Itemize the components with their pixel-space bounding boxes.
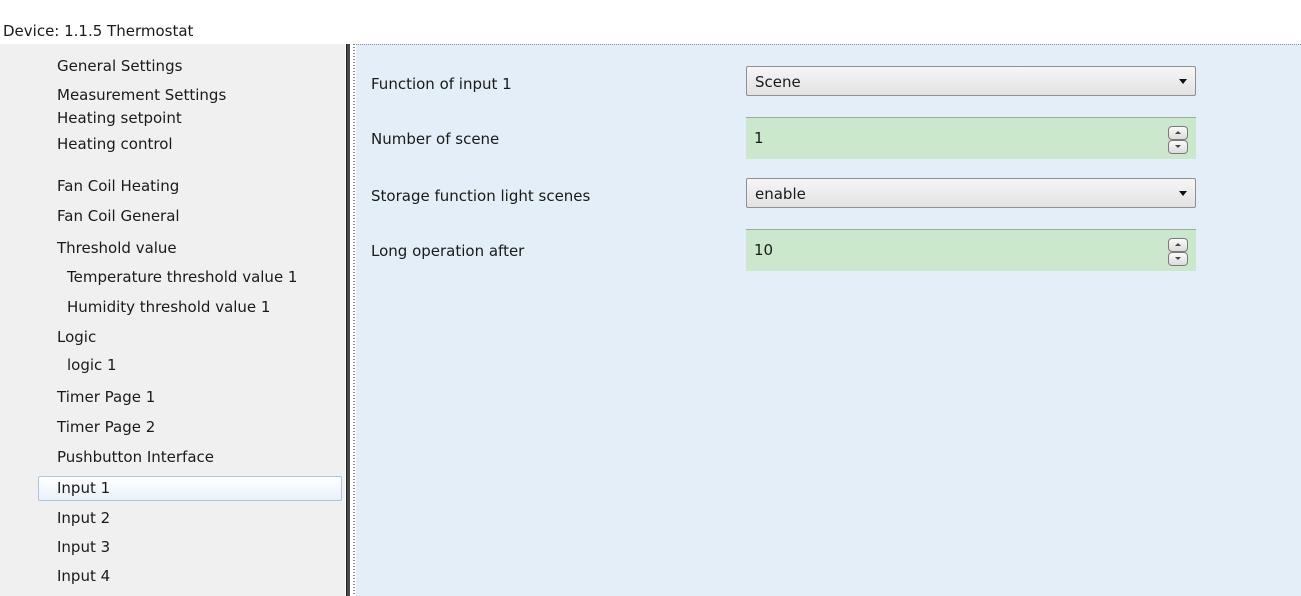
splitter-bar [346,44,350,596]
sidebar-item-measurement-settings[interactable]: Measurement Settings [38,83,342,108]
sidebar-item-timer-page-1[interactable]: Timer Page 1 [38,385,342,410]
spin-down-button[interactable] [1168,140,1188,154]
parameter-panel: Function of input 1 Scene Number of scen… [356,44,1301,596]
parameter-page-tree: General Settings Measurement Settings He… [0,44,345,596]
splitter-grip [353,44,355,596]
title-bar: Device: 1.1.5 Thermostat [0,0,1301,44]
sidebar-item-input-3[interactable]: Input 3 [38,535,342,560]
sidebar-item-input-2[interactable]: Input 2 [38,506,342,531]
sidebar-item-humidity-threshold-value-1[interactable]: Humidity threshold value 1 [38,295,342,320]
function-of-input-value: Scene [755,73,801,91]
sidebar-item-pushbutton-interface[interactable]: Pushbutton Interface [38,445,342,470]
chevron-down-icon [1179,191,1187,196]
spin-up-button[interactable] [1168,126,1188,140]
sidebar-item-heating-control[interactable]: Heating control [38,132,342,157]
number-of-scene-spinbox[interactable]: 1 [746,117,1196,159]
sidebar-item-input-1[interactable]: Input 1 [38,476,342,501]
arrow-down-icon [1175,145,1181,148]
window-title: Device: 1.1.5 Thermostat [3,22,194,40]
chevron-down-icon [1179,79,1187,84]
param-label-number-of-scene: Number of scene [371,130,500,148]
arrow-up-icon [1175,243,1181,246]
function-of-input-dropdown[interactable]: Scene [746,66,1196,96]
sidebar-item-logic-1[interactable]: logic 1 [38,353,342,378]
param-label-function-of-input: Function of input 1 [371,75,512,93]
sidebar-item-temperature-threshold-value-1[interactable]: Temperature threshold value 1 [38,265,342,290]
sidebar-item-timer-page-2[interactable]: Timer Page 2 [38,415,342,440]
long-operation-after-spinbox[interactable]: 10 [746,229,1196,271]
number-of-scene-value: 1 [754,129,764,147]
arrow-down-icon [1175,257,1181,260]
storage-function-dropdown[interactable]: enable [746,178,1196,208]
sidebar-item-heating-setpoint[interactable]: Heating setpoint [38,106,342,131]
sidebar-item-fan-coil-heating[interactable]: Fan Coil Heating [38,174,342,199]
sidebar-item-fan-coil-general[interactable]: Fan Coil General [38,204,342,229]
spin-down-button[interactable] [1168,252,1188,266]
param-label-long-operation-after: Long operation after [371,242,525,260]
sidebar-item-input-4[interactable]: Input 4 [38,564,342,589]
long-operation-after-value: 10 [754,241,774,259]
sidebar-item-logic[interactable]: Logic [38,325,342,350]
sidebar-item-threshold-value[interactable]: Threshold value [38,236,342,261]
spin-up-button[interactable] [1168,238,1188,252]
storage-function-value: enable [755,185,806,203]
arrow-up-icon [1175,131,1181,134]
param-label-storage-function: Storage function light scenes [371,187,591,205]
sidebar-item-general-settings[interactable]: General Settings [38,54,342,79]
